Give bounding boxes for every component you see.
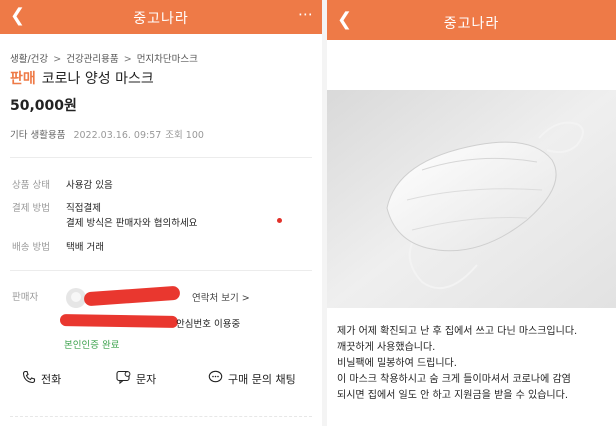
breadcrumb-separator: > <box>123 54 132 65</box>
category: 기타 생활용품 <box>10 130 66 141</box>
safe-number-status: 안심번호 이용중 <box>176 319 241 330</box>
listing-meta: 기타 생활용품 2022.03.16. 09:57 조회 100 <box>10 127 204 141</box>
description-line: 제가 어제 확진되고 난 후 집에서 쓰고 다닌 마스크입니다. <box>337 326 578 337</box>
call-label: 전화 <box>41 372 62 386</box>
chat-icon <box>208 370 223 387</box>
delivery-value: 택배 거래 <box>66 242 104 253</box>
bottom-divider <box>10 416 312 422</box>
breadcrumb-item-health[interactable]: 생활/건강 <box>10 54 48 65</box>
payment-label: 결제 방법 <box>12 203 50 214</box>
breadcrumb-item-health-care[interactable]: 건강관리용품 <box>66 54 118 65</box>
app-title: 중고나라 <box>133 11 189 27</box>
sale-tag: 판매 <box>10 71 36 87</box>
redaction-scribble <box>59 313 179 329</box>
listing-description: 제가 어제 확진되고 난 후 집에서 쓰고 다닌 마스크입니다. 깨끗하게 사용… <box>337 324 612 404</box>
description-line: 되시면 집에서 일도 안 하고 지원금을 받을 수 있습니다. <box>337 390 569 401</box>
sms-icon <box>116 370 131 387</box>
contact-view-link[interactable]: 연락처 보기 > <box>192 290 250 304</box>
sms-button[interactable]: 문자 <box>116 370 156 387</box>
description-line: 이 마스크 착용하시고 숨 크게 들이마셔서 코로나에 감염 <box>337 374 571 385</box>
post-date: 2022.03.16. 09:57 <box>73 130 162 141</box>
phone-icon <box>22 370 36 387</box>
action-bar: 전화 문자 구매 문의 채팅 <box>0 362 322 396</box>
divider <box>10 157 312 158</box>
view-count: 조회 100 <box>165 130 204 141</box>
listing-title: 판매 코로나 양성 마스크 <box>10 68 154 88</box>
notice-dot <box>277 218 282 223</box>
listing-photo-panel: ❮ 중고나라 제가 어제 확진되고 난 후 집에서 쓰고 다닌 마스크입니다. … <box>327 0 616 426</box>
condition-value: 사용감 있음 <box>66 180 113 191</box>
app-title: 중고나라 <box>443 16 500 32</box>
more-menu-icon[interactable]: ⋯ <box>298 5 314 23</box>
payment-note: 결제 방식은 판매자와 협의하세요 <box>66 218 198 229</box>
app-bar: ❮ 중고나라 <box>327 0 616 40</box>
avatar[interactable] <box>66 288 86 308</box>
seller-label: 판매자 <box>12 292 39 303</box>
chat-label: 구매 문의 채팅 <box>228 372 296 386</box>
breadcrumb-separator: > <box>53 54 62 65</box>
divider <box>10 270 312 271</box>
call-button[interactable]: 전화 <box>22 370 61 387</box>
price: 50,000원 <box>10 98 77 114</box>
chat-button[interactable]: 구매 문의 채팅 <box>208 370 296 387</box>
description-line: 비닐팩에 밀봉하여 드립니다. <box>337 358 457 369</box>
sms-label: 문자 <box>136 372 157 386</box>
mask-photo[interactable] <box>327 90 616 308</box>
redaction-scribble <box>83 285 181 307</box>
payment-value: 직접결제 <box>66 203 101 214</box>
condition-label: 상품 상태 <box>12 180 50 191</box>
delivery-label: 배송 방법 <box>12 242 50 253</box>
listing-title-text: 코로나 양성 마스크 <box>41 71 154 87</box>
verified-badge: 본인인증 완료 <box>64 340 120 351</box>
app-bar: ❮ 중고나라 ⋯ <box>0 0 322 34</box>
breadcrumb-item-dust-mask[interactable]: 먼지차단마스크 <box>137 54 198 65</box>
listing-detail-panel: ❮ 중고나라 ⋯ 생활/건강 > 건강관리용품 > 먼지차단마스크 판매 코로나 … <box>0 0 322 426</box>
description-line: 깨끗하게 사용했습니다. <box>337 342 436 353</box>
breadcrumb: 생활/건강 > 건강관리용품 > 먼지차단마스크 <box>10 51 198 65</box>
